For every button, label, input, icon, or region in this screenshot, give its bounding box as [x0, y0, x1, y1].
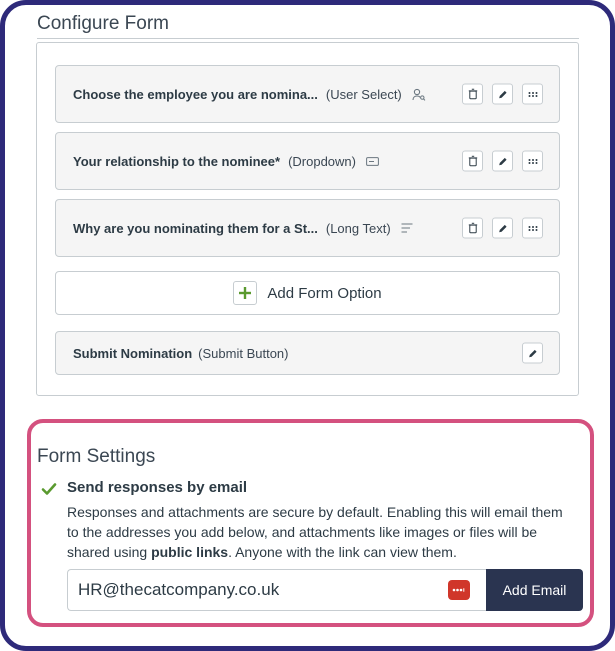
field-type: (Dropdown): [288, 153, 356, 169]
edit-button[interactable]: [492, 150, 513, 172]
app-frame: Configure Form Choose the employee you a…: [0, 0, 615, 651]
field-actions: [462, 217, 543, 239]
long-text-icon: [401, 223, 413, 233]
configure-form-title: Configure Form: [37, 13, 169, 34]
add-form-option-button[interactable]: Add Form Option: [55, 271, 560, 315]
checkmark-icon: [41, 483, 57, 495]
password-manager-icon[interactable]: [448, 580, 470, 600]
submit-button-row[interactable]: Submit Nomination (Submit Button): [55, 331, 560, 375]
trash-icon: [468, 88, 477, 100]
edit-button[interactable]: [522, 342, 543, 364]
edit-button[interactable]: [492, 83, 513, 105]
email-input[interactable]: [67, 569, 486, 611]
add-form-option-label: Add Form Option: [267, 284, 382, 302]
form-settings-title: Form Settings: [37, 446, 156, 467]
add-email-button[interactable]: Add Email: [486, 569, 583, 611]
field-type: (User Select): [325, 86, 402, 102]
email-settings-description: Responses and attachments are secure by …: [67, 502, 567, 562]
pencil-icon: [528, 349, 537, 357]
more-options-button[interactable]: [522, 83, 543, 105]
grid-dots-icon: [528, 158, 537, 164]
grid-dots-icon: [528, 225, 537, 231]
trash-icon: [468, 155, 477, 167]
field-actions: [522, 342, 543, 364]
send-email-label[interactable]: Send responses by email: [67, 479, 247, 496]
pencil-icon: [498, 90, 507, 98]
pencil-icon: [498, 157, 507, 165]
delete-button[interactable]: [462, 217, 483, 239]
description-text-end: . Anyone with the link can view them.: [228, 544, 457, 560]
user-search-icon: [412, 88, 426, 101]
more-options-button[interactable]: [522, 150, 543, 172]
field-label: Choose the employee you are nomina...: [73, 86, 318, 102]
field-label: Submit Nomination: [73, 345, 193, 361]
grid-dots-icon: [528, 91, 537, 97]
field-type: (Long Text): [325, 220, 391, 236]
field-label: Your relationship to the nominee*: [73, 153, 281, 169]
field-type: (Submit Button): [198, 345, 289, 361]
form-fields-container: Choose the employee you are nomina... (U…: [36, 42, 579, 396]
send-email-checkbox[interactable]: [41, 481, 57, 497]
field-actions: [462, 150, 543, 172]
edit-button[interactable]: [492, 217, 513, 239]
delete-button[interactable]: [462, 150, 483, 172]
form-field-row[interactable]: Your relationship to the nominee* (Dropd…: [55, 132, 560, 190]
form-field-row[interactable]: Choose the employee you are nomina... (U…: [55, 65, 560, 123]
field-actions: [462, 83, 543, 105]
public-links-text: public links: [151, 544, 229, 560]
title-divider: [37, 38, 579, 39]
delete-button[interactable]: [462, 83, 483, 105]
form-field-row[interactable]: Why are you nominating them for a St... …: [55, 199, 560, 257]
field-label: Why are you nominating them for a St...: [73, 220, 318, 236]
trash-icon: [468, 222, 477, 234]
pencil-icon: [498, 224, 507, 232]
plus-icon: [233, 281, 258, 305]
dropdown-icon: [366, 156, 379, 166]
more-options-button[interactable]: [522, 217, 543, 239]
